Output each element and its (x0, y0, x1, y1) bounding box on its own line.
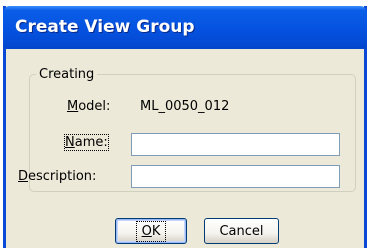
cancel-button[interactable]: Cancel (204, 218, 279, 244)
window-title: Create View Group (15, 17, 195, 37)
create-view-group-dialog: Create View Group Creating Model: ML_005… (3, 6, 367, 248)
title-bar[interactable]: Create View Group (3, 6, 367, 49)
model-value: ML_0050_012 (140, 99, 230, 114)
creating-group-legend: Creating (39, 67, 95, 82)
name-input[interactable] (131, 133, 340, 156)
ok-button[interactable]: OK (115, 218, 187, 244)
description-label: Description: (18, 169, 96, 184)
name-label-rest: ame: (74, 135, 108, 150)
model-label-mnemonic: M (67, 99, 79, 114)
name-label: Name: (64, 134, 109, 151)
name-label-mnemonic: N (65, 135, 75, 150)
ok-button-mnemonic: O (141, 223, 152, 239)
model-label: Model: (67, 99, 110, 114)
description-label-mnemonic: D (18, 169, 29, 184)
description-label-rest: escription: (28, 169, 97, 184)
cancel-button-label: Cancel (219, 223, 264, 239)
model-label-rest: odel: (78, 99, 111, 114)
ok-button-label: OK (135, 220, 167, 242)
ok-button-label-rest: K (151, 223, 161, 239)
description-input[interactable] (131, 165, 340, 188)
